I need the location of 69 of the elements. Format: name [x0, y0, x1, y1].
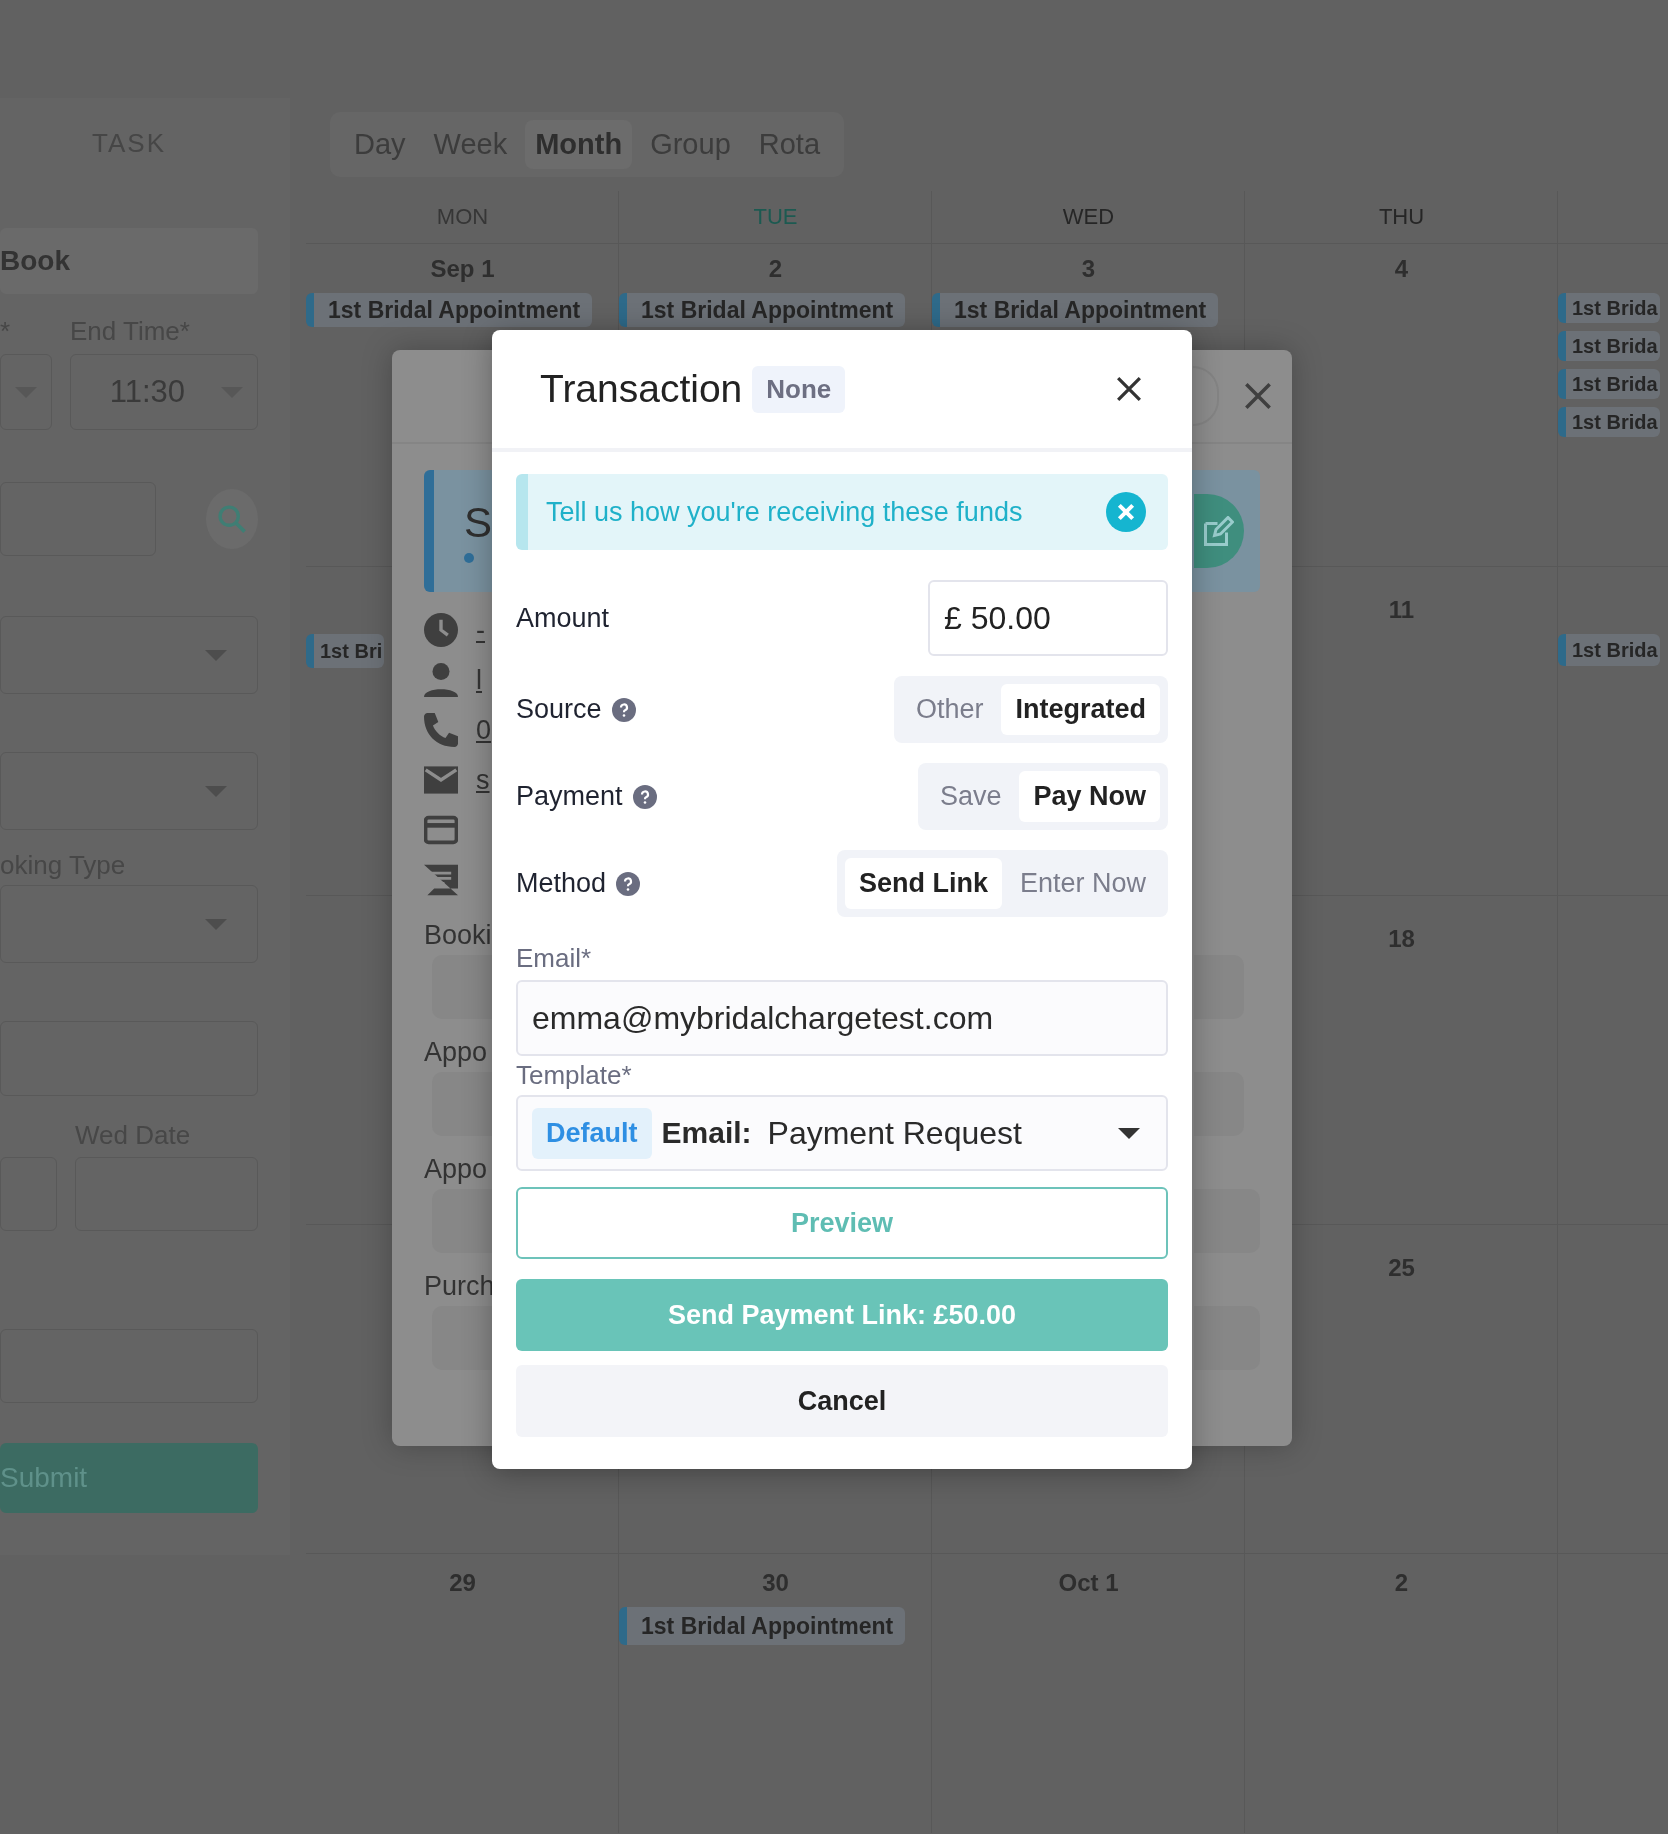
- field-label: Email*: [516, 943, 592, 974]
- toggle-option[interactable]: Save: [925, 771, 1016, 822]
- card-icon: [424, 813, 458, 847]
- close-circle-icon[interactable]: [1106, 492, 1146, 532]
- amount-field[interactable]: £ 50.00: [928, 580, 1168, 656]
- clock-icon: [424, 613, 458, 647]
- input-field[interactable]: [1194, 1306, 1260, 1370]
- mail-icon: [424, 763, 458, 797]
- toggle-option[interactable]: Integrated: [1001, 684, 1160, 735]
- modal-title: Transaction: [540, 367, 743, 411]
- close-icon[interactable]: [1116, 376, 1142, 402]
- toggle-option[interactable]: Enter Now: [1005, 858, 1160, 909]
- cancel-button[interactable]: Cancel: [516, 1365, 1168, 1437]
- weekday-label: TUE: [753, 204, 798, 230]
- field-label: *: [0, 316, 12, 348]
- weekday-label: THU: [1378, 204, 1425, 230]
- contact-detail: s: [476, 764, 490, 796]
- alert-text: Tell us how you're receiving these funds: [546, 496, 1023, 528]
- template-prefix: Email:: [661, 1116, 752, 1150]
- field-label: Amount: [516, 602, 610, 634]
- contact-detail: -: [476, 614, 485, 646]
- caret-icon: [1118, 1127, 1140, 1139]
- input-field[interactable]: [432, 955, 492, 1019]
- input-field[interactable]: [1194, 1189, 1260, 1253]
- weekday-label: WED: [1062, 204, 1115, 230]
- event-chip[interactable]: 1st Brida: [1558, 634, 1660, 666]
- event-chip[interactable]: 1st Brida: [1558, 407, 1660, 437]
- event-chip[interactable]: 1st Bri: [306, 634, 385, 668]
- field-label: Appo: [424, 1154, 488, 1185]
- event-chip[interactable]: 1st Brida: [1558, 369, 1660, 399]
- input-field[interactable]: [432, 1306, 492, 1370]
- status-badge: None: [752, 365, 846, 413]
- email-field[interactable]: emma@mybridalchargetest.com: [516, 980, 1168, 1056]
- default-badge: Default: [532, 1107, 652, 1159]
- input-field[interactable]: [1194, 1072, 1244, 1136]
- toggle-option[interactable]: Pay Now: [1019, 771, 1160, 822]
- input-field[interactable]: [1194, 955, 1244, 1019]
- toggle-option[interactable]: Send Link: [844, 858, 1002, 909]
- field-label: Template*: [516, 1060, 632, 1091]
- template-value: Payment Request: [767, 1114, 1022, 1152]
- field-label: Source: [516, 694, 602, 725]
- template-select[interactable]: Default Email: Payment Request: [516, 1095, 1168, 1171]
- book-field[interactable]: Book: [0, 228, 258, 294]
- event-chip[interactable]: 1st Bridal Appointment: [306, 293, 593, 327]
- input-field[interactable]: [432, 1189, 492, 1253]
- field-label: Payment: [516, 781, 623, 812]
- view-tab[interactable]: Month: [525, 120, 633, 169]
- phone-icon: [424, 713, 458, 747]
- send-link-button[interactable]: Send Payment Link: £50.00: [516, 1279, 1168, 1351]
- event-chip[interactable]: 1st Bridal Appointment: [619, 293, 906, 327]
- toggle-option[interactable]: Other: [901, 684, 998, 735]
- card-title: S: [464, 499, 492, 547]
- event-chip[interactable]: 1st Brida: [1558, 331, 1660, 361]
- event-chip[interactable]: 1st Brida: [1558, 293, 1660, 323]
- search-icon: [218, 505, 247, 533]
- status-dot: [464, 553, 474, 563]
- preview-button[interactable]: Preview: [516, 1187, 1168, 1259]
- person-icon: [424, 663, 458, 697]
- event-chip[interactable]: 1st Bridal Appointment: [932, 293, 1219, 327]
- edit-button[interactable]: [1194, 494, 1244, 568]
- event-chip[interactable]: 1st Bridal Appointment: [619, 1607, 906, 1645]
- input-field[interactable]: [432, 1072, 492, 1136]
- field-label: Method: [516, 868, 607, 899]
- contact-detail: l: [476, 664, 482, 696]
- field-label: Booki: [424, 920, 492, 951]
- contact-detail: 0: [476, 714, 492, 746]
- field-label: Purch: [424, 1271, 495, 1302]
- edit-icon: [1204, 516, 1234, 546]
- field-label: Appo: [424, 1037, 488, 1068]
